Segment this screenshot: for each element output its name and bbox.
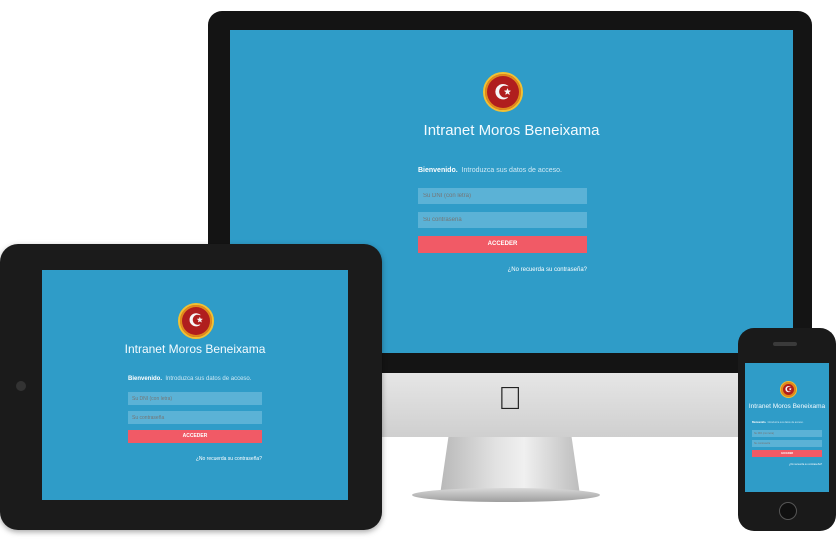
welcome-text: Bienvenido. Introduzca sus datos de acce… — [752, 421, 803, 424]
logo-glyph: ☪ — [494, 81, 512, 104]
ipad-camera — [16, 381, 26, 391]
password-input[interactable] — [128, 411, 262, 424]
forgot-password-link[interactable]: ¿No recuerda su contraseña? — [487, 267, 587, 273]
password-input[interactable] — [752, 440, 822, 447]
dni-input[interactable] — [128, 392, 262, 405]
logo-glyph: ☪ — [784, 385, 793, 394]
imac-stand — [440, 437, 580, 495]
club-logo-icon: ☪ — [178, 303, 214, 339]
dni-input[interactable] — [418, 188, 587, 204]
iphone-screen: ☪ Intranet Moros Beneixama Bienvenido. I… — [745, 363, 829, 492]
page-title: Intranet Moros Beneixama — [423, 122, 600, 139]
ipad-screen: ☪ Intranet Moros Beneixama Bienvenido. I… — [42, 270, 348, 500]
submit-button[interactable]: ACCEDER — [128, 430, 262, 443]
forgot-password-link[interactable]: ¿No recuerda su contraseña? — [782, 463, 822, 466]
forgot-password-link[interactable]: ¿No recuerda su contraseña? — [182, 456, 262, 462]
welcome-instructions: Introduzca sus datos de acceso. — [165, 376, 252, 382]
club-logo-icon: ☪ — [483, 72, 523, 112]
dni-input[interactable] — [752, 430, 822, 437]
welcome-bold: Bienvenido. — [418, 167, 458, 174]
welcome-instructions: Introduzca sus datos de acceso. — [461, 167, 562, 174]
welcome-text: Bienvenido. Introduzca sus datos de acce… — [418, 167, 562, 174]
logo-glyph: ☪ — [188, 311, 204, 330]
welcome-bold: Bienvenido. — [752, 421, 767, 424]
page-title: Intranet Moros Beneixama — [124, 342, 266, 356]
password-input[interactable] — [418, 212, 587, 228]
club-logo-icon: ☪ — [780, 381, 797, 398]
submit-button[interactable]: ACCEDER — [752, 450, 822, 457]
submit-button[interactable]: ACCEDER — [418, 236, 587, 253]
apple-logo-icon:  — [495, 380, 525, 416]
page-title: Intranet Moros Beneixama — [748, 403, 826, 410]
welcome-text: Bienvenido. Introduzca sus datos de acce… — [128, 376, 251, 382]
imac-stand-foot — [412, 488, 600, 502]
iphone-speaker — [773, 342, 797, 346]
iphone-home-button[interactable] — [779, 502, 797, 520]
welcome-instructions: Introduzca sus datos de acceso. — [767, 421, 804, 424]
welcome-bold: Bienvenido. — [128, 376, 163, 382]
